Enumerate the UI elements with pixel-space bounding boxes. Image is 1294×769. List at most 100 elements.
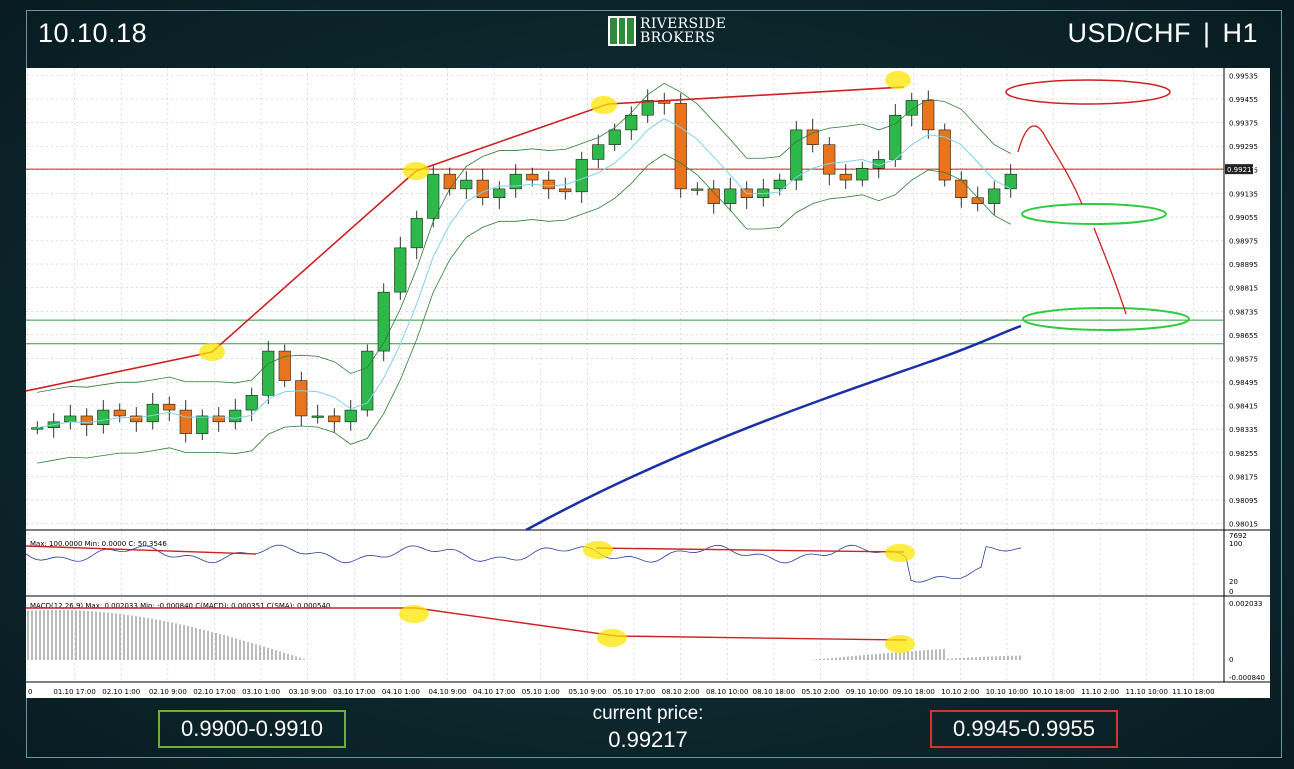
- candle-body: [443, 173, 456, 190]
- time-tick-label: 09.10 10:00: [846, 688, 888, 696]
- candle-body: [163, 403, 176, 411]
- candle-body: [806, 129, 819, 145]
- candle-body: [724, 188, 737, 204]
- price-tick-label: 0.98735: [1229, 308, 1258, 316]
- current-price-label: current price:: [592, 703, 704, 724]
- candle-body: [64, 415, 77, 423]
- candle-body: [31, 427, 44, 430]
- price-tick-label: 0.98655: [1229, 332, 1258, 340]
- candle-body: [229, 409, 242, 423]
- candle-body: [311, 415, 324, 418]
- candle-body: [575, 159, 588, 193]
- candle-body: [971, 197, 984, 204]
- price-tick-label: 0.98175: [1229, 473, 1258, 481]
- current-price-tag: 0.99217: [1227, 166, 1256, 174]
- candle-body: [922, 100, 935, 131]
- macd-label: MACD(12,26,9) Max: 0.002033 Min: -0.0008…: [30, 602, 330, 610]
- forecast-arrow: [1093, 227, 1127, 315]
- instrument-header: USD/CHF | H1: [1067, 18, 1258, 49]
- time-tick-label: 10.10 18:00: [1032, 688, 1074, 696]
- time-tick-label: 0: [28, 688, 32, 696]
- stochastic-axis-label: 20: [1229, 578, 1238, 586]
- candle-body: [361, 350, 374, 411]
- candle-body: [542, 179, 555, 190]
- candle-body: [790, 129, 803, 181]
- header-separator: |: [1202, 18, 1211, 48]
- candle-body: [509, 173, 522, 190]
- candle-body: [97, 409, 110, 426]
- time-tick-label: 05.10 2:00: [801, 688, 839, 696]
- candle-body: [80, 415, 93, 426]
- candle-body: [245, 395, 258, 411]
- price-tick-label: 0.98255: [1229, 450, 1258, 458]
- chart-svg: 0.995350.994550.993750.992950.992150.991…: [26, 68, 1270, 696]
- candle-body: [196, 415, 209, 434]
- candle-body: [179, 409, 192, 434]
- current-price-value: 0.99217: [608, 727, 688, 752]
- time-tick-label: 03.10 1:00: [242, 688, 280, 696]
- time-tick-label: 03.10 17:00: [333, 688, 375, 696]
- macd-axis-label: 0: [1229, 656, 1233, 664]
- bollinger-upper: [37, 82, 1011, 393]
- candle-body: [146, 403, 159, 423]
- candle-body: [674, 103, 687, 190]
- price-tick-label: 0.99535: [1229, 72, 1258, 80]
- macd-axis-label: -0.000840: [1229, 674, 1265, 682]
- candle-body: [823, 144, 836, 175]
- candle-body: [113, 409, 126, 417]
- price-tick-label: 0.98815: [1229, 285, 1258, 293]
- candle-body: [526, 173, 539, 181]
- brand-logo: RIVERSIDE BROKERS: [608, 14, 726, 48]
- time-tick-label: 10.10 2:00: [941, 688, 979, 696]
- price-tick-label: 0.98335: [1229, 426, 1258, 434]
- candle-body: [262, 350, 275, 396]
- candle-body: [559, 188, 572, 193]
- candle-body: [295, 380, 308, 417]
- highlight-mark: [399, 605, 429, 623]
- stochastic-axis-label: 0: [1229, 588, 1233, 596]
- candle-body: [955, 179, 968, 198]
- candle-body: [691, 188, 704, 191]
- brand-logo-icon: [608, 16, 636, 46]
- price-tick-label: 0.98095: [1229, 497, 1258, 505]
- candle-body: [410, 218, 423, 249]
- resistance-target-ellipse: [1005, 79, 1171, 105]
- candle-body: [889, 114, 902, 160]
- ma200-line: [525, 324, 1022, 532]
- time-tick-label: 08.10 18:00: [753, 688, 795, 696]
- time-tick-label: 04.10 9:00: [429, 688, 467, 696]
- time-tick-label: 09.10 18:00: [892, 688, 934, 696]
- highlight-mark: [591, 96, 617, 114]
- candle-body: [278, 350, 291, 381]
- time-tick-label: 05.10 1:00: [522, 688, 560, 696]
- macd-axis-label: 0.002033: [1229, 600, 1262, 608]
- timeframe: H1: [1222, 18, 1258, 48]
- highlight-mark: [199, 343, 225, 361]
- highlight-mark: [885, 635, 915, 653]
- price-tick-label: 0.99375: [1229, 120, 1258, 128]
- candle-body: [493, 188, 506, 198]
- time-tick-label: 02.10 1:00: [102, 688, 140, 696]
- time-tick-label: 10.10 10:00: [986, 688, 1028, 696]
- brand-name: RIVERSIDE BROKERS: [640, 17, 726, 45]
- time-tick-label: 11.10 2:00: [1081, 688, 1119, 696]
- price-chart: 0.995350.994550.993750.992950.992150.991…: [26, 68, 1270, 698]
- candle-body: [625, 114, 638, 131]
- time-tick-label: 08.10 10:00: [706, 688, 748, 696]
- price-tick-label: 0.98415: [1229, 403, 1258, 411]
- highlight-mark: [885, 544, 915, 562]
- price-tick-label: 0.98015: [1229, 521, 1258, 529]
- highlight-mark: [583, 541, 613, 559]
- time-tick-label: 05.10 9:00: [568, 688, 606, 696]
- time-tick-label: 04.10 17:00: [473, 688, 515, 696]
- price-tick-label: 0.98975: [1229, 238, 1258, 246]
- price-tick-label: 0.99135: [1229, 190, 1258, 198]
- candle-body: [427, 173, 440, 219]
- candle-body: [476, 179, 489, 198]
- time-tick-label: 08.10 2:00: [662, 688, 700, 696]
- report-date: 10.10.18: [38, 18, 148, 48]
- candle-body: [394, 247, 407, 293]
- currency-pair: USD/CHF: [1067, 18, 1191, 48]
- resistance-range-box: 0.9945-0.9955: [930, 710, 1118, 748]
- highlight-mark: [597, 629, 627, 647]
